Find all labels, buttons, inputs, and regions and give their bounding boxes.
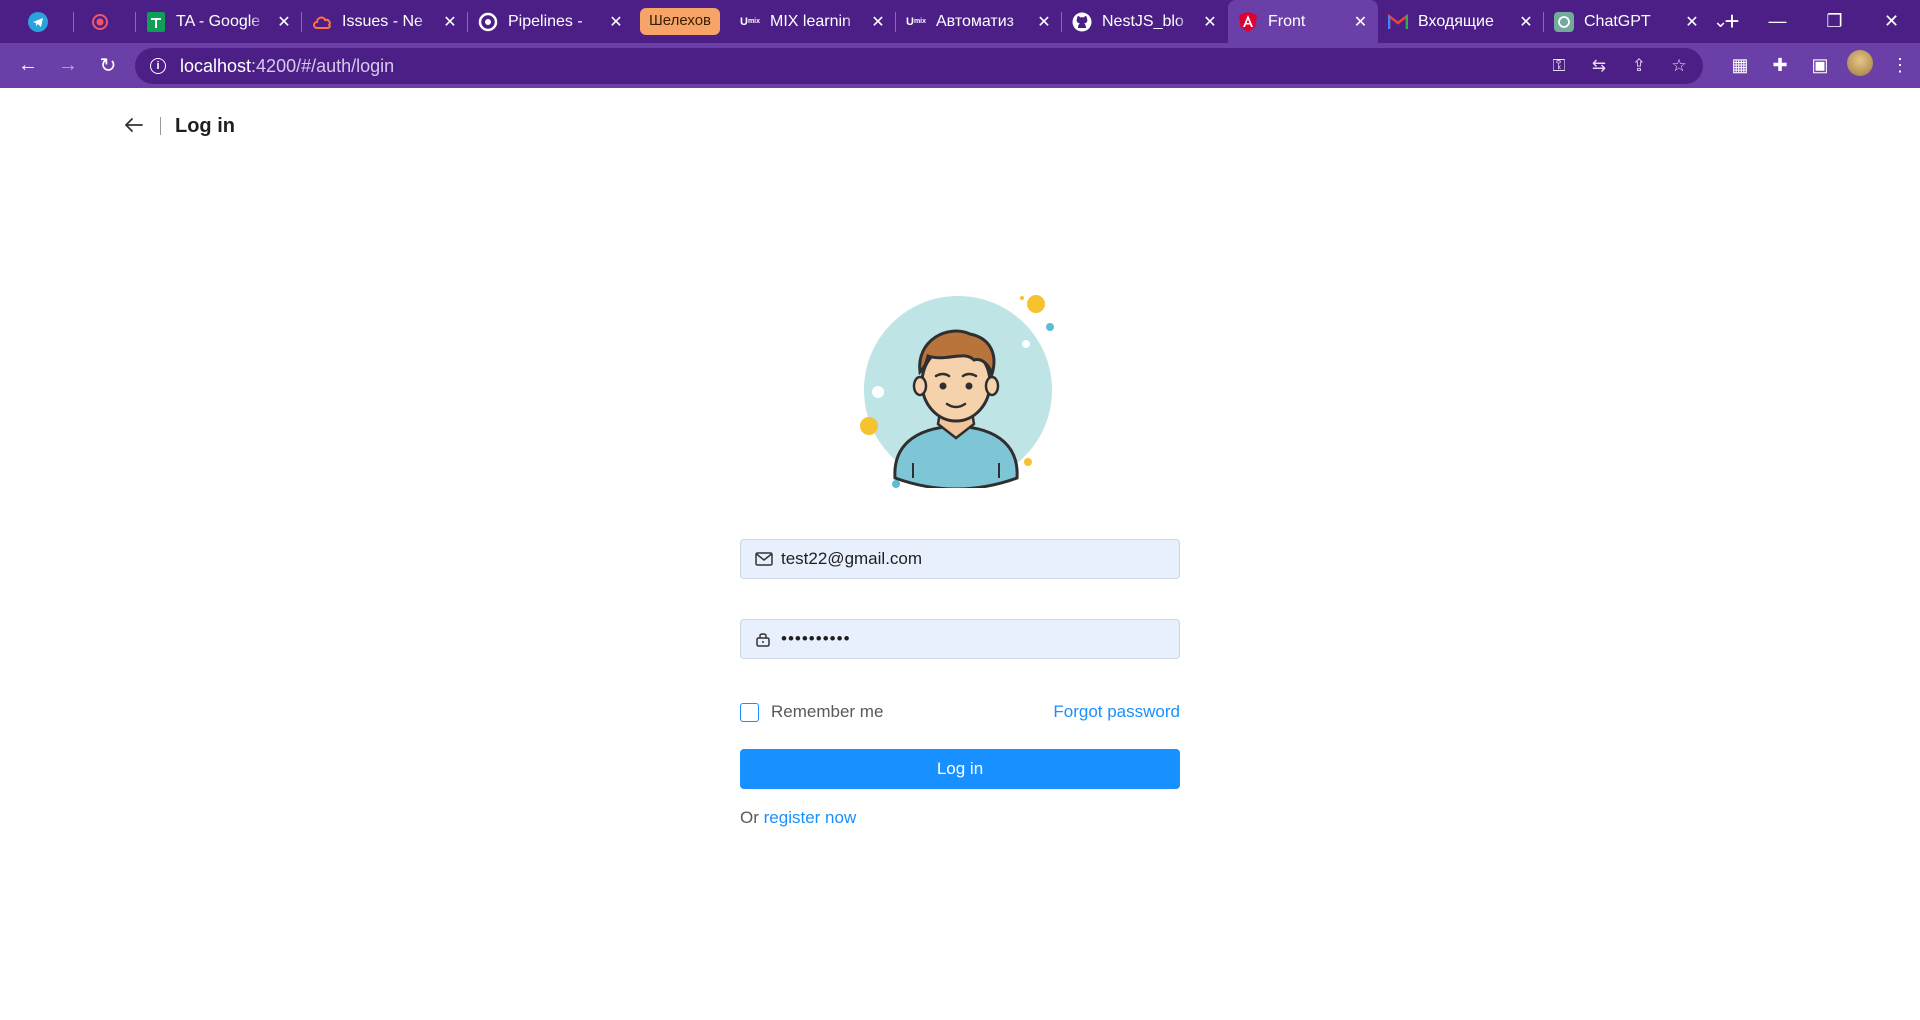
site-info-icon[interactable]: i [150,58,166,74]
close-icon[interactable]: ✕ [1202,14,1218,31]
browser-toolbar: ← → ↻ i localhost:4200/#/auth/login ⚿ ⇆ … [0,43,1920,88]
back-arrow-icon[interactable] [124,113,148,139]
lock-icon [755,631,775,647]
tab-mix-learning[interactable]: Umix MIX learnin ✕ [730,0,896,43]
login-page: Log in Rem [0,88,1920,1020]
tab-gmail[interactable]: Входящие ✕ [1378,0,1544,43]
register-prefix: Or [740,808,759,827]
url-text[interactable]: localhost:4200/#/auth/login [180,56,394,77]
remember-me-checkbox[interactable] [740,702,759,722]
profile-avatar[interactable] [1840,50,1880,81]
address-bar[interactable]: i localhost:4200/#/auth/login ⚿ ⇆ ⇪ ☆ [135,48,1703,84]
telegram-icon [28,11,48,32]
tab-label: Входящие [1418,12,1494,30]
puzzle-icon[interactable]: ✚ [1760,55,1800,76]
close-icon[interactable]: ✕ [442,14,458,31]
back-arrow-icon[interactable]: ← [8,54,48,77]
forward-arrow-icon[interactable]: → [48,54,88,77]
user-avatar-illustration [860,295,1054,488]
menu-dots-icon[interactable]: ⋮ [1880,55,1920,76]
gmail-icon [1388,12,1408,32]
tab-label: MIX learnin [770,12,851,30]
side-panel-icon[interactable]: ▣ [1800,55,1840,76]
email-input[interactable] [781,549,1161,569]
close-icon[interactable]: ✕ [1036,14,1052,31]
password-input[interactable] [781,629,1161,649]
key-icon[interactable]: ⚿ [1549,56,1569,76]
tab-search-chevron-icon[interactable]: ⌄ [1692,11,1749,32]
minimize-icon[interactable]: — [1749,11,1806,32]
share-icon[interactable]: ⇪ [1629,56,1649,76]
tab-label: Front [1268,12,1306,30]
tab-label: Issues - Ne [342,12,423,30]
restore-icon[interactable]: ❐ [1806,11,1863,32]
header-divider [160,117,161,135]
tab-nestjs[interactable]: NestJS_blo ✕ [1062,0,1228,43]
angular-icon [1238,11,1258,32]
mix-icon: Umix [906,15,927,28]
remember-me-label[interactable]: Remember me [771,702,883,722]
record-icon [90,12,110,32]
tab-issues[interactable]: Issues - Ne ✕ [302,0,468,43]
tab-front[interactable]: Front ✕ [1228,0,1378,43]
extension-icon[interactable]: ▦ [1720,55,1760,76]
remember-me[interactable]: Remember me [740,702,883,722]
tab-record[interactable] [74,0,136,43]
github-icon [1072,12,1092,32]
tab-pipelines[interactable]: Pipelines - ✕ [468,0,634,43]
close-icon[interactable]: ✕ [1518,14,1534,31]
mix-icon: Umix [740,15,761,28]
close-icon[interactable]: ✕ [870,14,886,31]
close-icon[interactable]: ✕ [608,14,624,31]
tab-automation[interactable]: Umix Автоматиз ✕ [896,0,1062,43]
close-icon[interactable]: ✕ [1353,14,1368,31]
page-header: Log in [124,112,235,140]
tab-label: Автоматиз [936,12,1015,30]
page-title: Log in [175,114,235,137]
tab-strip: TA - Google ✕ Issues - Ne ✕ Pipelines - … [0,0,1920,43]
translate-icon[interactable]: ⇆ [1589,56,1609,76]
tab-label: TA - Google [176,12,261,30]
tab-label: ChatGPT [1584,12,1651,30]
cloud-icon [312,12,332,32]
register-row: Or register now [740,808,856,828]
register-link[interactable]: register now [764,808,857,827]
options-row: Remember me Forgot password [740,700,1180,724]
close-icon[interactable]: ✕ [276,14,292,31]
password-field[interactable] [740,619,1180,659]
reload-icon[interactable]: ↻ [88,53,128,78]
login-button[interactable]: Log in [740,749,1180,789]
close-window-icon[interactable]: ✕ [1863,11,1920,32]
forgot-password-link[interactable]: Forgot password [1053,702,1180,722]
mail-icon [755,552,775,566]
window-controls: ⌄ — ❐ ✕ [1692,0,1920,43]
email-field[interactable] [740,539,1180,579]
star-icon[interactable]: ☆ [1669,56,1689,76]
chatgpt-icon [1554,11,1574,32]
sheets-icon [146,11,166,32]
tab-label: NestJS_blo [1102,12,1184,30]
tab-telegram[interactable] [12,0,74,43]
tab-google-sheets[interactable]: TA - Google ✕ [136,0,302,43]
pipeline-icon [478,12,498,32]
tab-chatgpt[interactable]: ChatGPT ✕ [1544,0,1710,43]
tab-group-chip[interactable]: Шелехов [640,8,720,35]
tab-label: Pipelines - [508,12,583,30]
